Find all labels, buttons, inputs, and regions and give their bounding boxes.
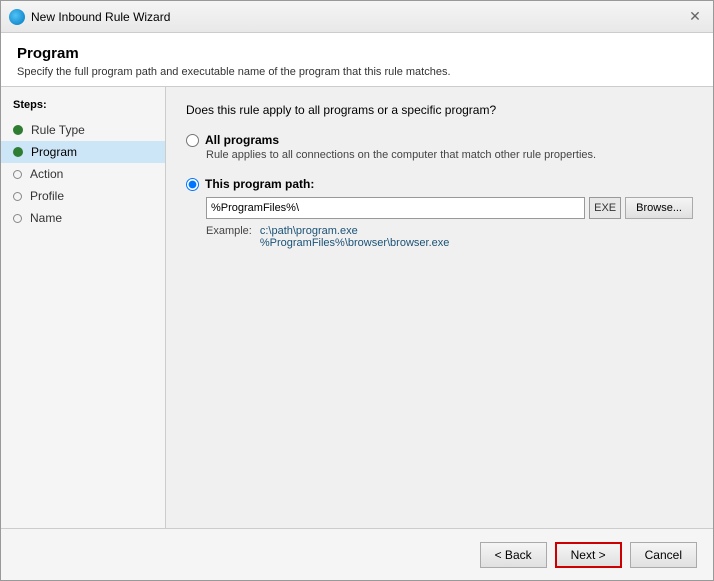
exe-label: EXE [589,197,621,219]
sidebar: Steps: Rule Type Program Action Profile … [1,87,166,528]
all-programs-radio[interactable] [186,134,199,147]
next-button[interactable]: Next > [555,542,622,568]
main-area: Steps: Rule Type Program Action Profile … [1,87,713,528]
all-programs-label[interactable]: All programs [205,133,279,147]
example-row: Example: c:\path\program.exe %ProgramFil… [206,225,693,249]
steps-label: Steps: [1,99,165,119]
question-text: Does this rule apply to all programs or … [186,103,693,117]
this-program-radio[interactable] [186,178,199,191]
content-header: Program Specify the full program path an… [1,33,713,87]
all-programs-row: All programs [186,133,693,147]
all-programs-desc: Rule applies to all connections on the c… [206,149,693,161]
sidebar-item-program[interactable]: Program [1,141,165,163]
sidebar-item-label-name: Name [30,211,62,225]
browse-button[interactable]: Browse... [625,197,693,219]
sidebar-item-rule-type[interactable]: Rule Type [1,119,165,141]
cancel-button[interactable]: Cancel [630,542,697,568]
step-dot-profile [13,192,22,201]
step-dot-rule-type [13,125,23,135]
sidebar-item-label-program: Program [31,145,77,159]
footer: < Back Next > Cancel [1,528,713,580]
this-program-option: This program path: EXE Browse... Example… [186,177,693,249]
radio-group: All programs Rule applies to all connect… [186,133,693,249]
program-path-input-row: EXE Browse... [206,197,693,219]
title-bar: New Inbound Rule Wizard ✕ [1,1,713,33]
back-button[interactable]: < Back [480,542,547,568]
example-paths: c:\path\program.exe %ProgramFiles%\brows… [260,225,450,249]
this-program-label[interactable]: This program path: [205,177,314,191]
step-dot-program [13,147,23,157]
program-path-input[interactable] [206,197,585,219]
step-dot-name [13,214,22,223]
window: New Inbound Rule Wizard ✕ Program Specif… [0,0,714,581]
close-button[interactable]: ✕ [685,7,705,27]
all-programs-option: All programs Rule applies to all connect… [186,133,693,161]
step-dot-action [13,170,22,179]
sidebar-item-label-profile: Profile [30,189,64,203]
example-label: Example: [206,225,252,249]
sidebar-item-label-rule-type: Rule Type [31,123,85,137]
page-subtitle: Specify the full program path and execut… [17,66,697,78]
example-path2: %ProgramFiles%\browser\browser.exe [260,237,450,249]
window-title: New Inbound Rule Wizard [31,10,685,24]
wizard-icon [9,9,25,25]
panel: Does this rule apply to all programs or … [166,87,713,528]
sidebar-item-action[interactable]: Action [1,163,165,185]
sidebar-item-name[interactable]: Name [1,207,165,229]
sidebar-item-label-action: Action [30,167,63,181]
sidebar-item-profile[interactable]: Profile [1,185,165,207]
page-title: Program [17,45,697,62]
this-program-row: This program path: [186,177,693,191]
example-path1: c:\path\program.exe [260,225,358,237]
